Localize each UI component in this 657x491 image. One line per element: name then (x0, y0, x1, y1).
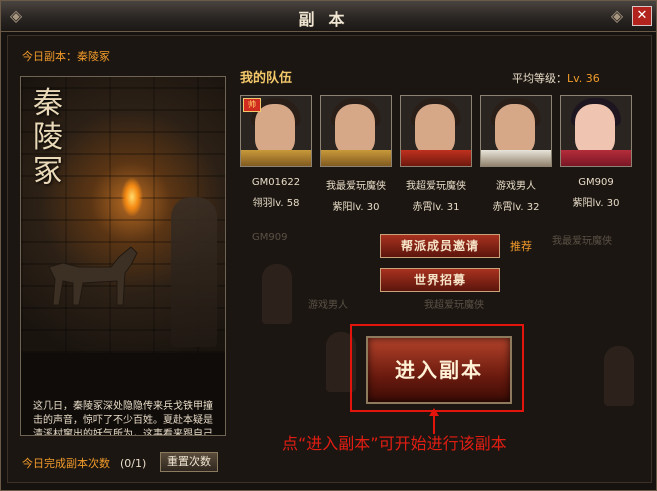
background-name: 我最爱玩魔侠 (552, 236, 612, 247)
team-member[interactable]: 我超爱玩魔侠 赤霄lv. 31 (400, 95, 472, 213)
member-name: GM909 (578, 177, 614, 188)
instance-art-title: 秦陵冢 (33, 86, 63, 189)
world-recruit-button[interactable]: 世界招募 (380, 268, 500, 292)
team-title: 我的队伍 (240, 71, 293, 86)
average-level: 平均等级：Lv. 36 (512, 72, 600, 85)
instance-artwork: 秦陵冢 (21, 77, 225, 353)
complete-count-value: (0/1) (120, 457, 147, 470)
member-portrait[interactable] (480, 95, 552, 167)
recommend-link[interactable]: 推荐 (510, 238, 532, 254)
leader-flag-icon: 帅 (243, 98, 261, 112)
hint-text: 点“进入副本”可开始进行该副本 (282, 434, 507, 453)
instance-description: 这几日，秦陵冢深处隐隐传来兵戈铁甲撞击的声音，惊吓了不少百姓。夏赴本疑是清溪村窜… (33, 401, 213, 436)
complete-count-row: 今日完成副本次数 (0/1) (22, 455, 146, 471)
ornament-right-icon: ◈ (610, 6, 624, 25)
member-name: 游戏男人 (496, 181, 536, 192)
member-portrait[interactable] (560, 95, 632, 167)
member-level: 赤霄lv. 31 (412, 202, 460, 213)
team-member[interactable]: GM909 紫阳lv. 30 (560, 95, 632, 209)
background-character (604, 346, 634, 406)
terracotta-figure (171, 197, 217, 347)
background-name: GM909 (252, 232, 288, 243)
background-name: 游戏男人 (308, 300, 348, 311)
instance-window: ◈ 副本 ◈ ✕ 今日副本：秦陵冢 秦陵冢 这几日，秦陵冢深处隐隐传来兵戈铁甲撞… (0, 0, 657, 491)
team-member[interactable]: 帅 GM01622 翎羽lv. 58 (240, 95, 312, 209)
complete-count-label: 今日完成副本次数 (22, 457, 110, 470)
instance-body: 今日副本：秦陵冢 秦陵冢 这几日，秦陵冢深处隐隐传来兵戈铁甲撞击的声音，惊吓了不… (7, 35, 652, 483)
window-title: 副本 (298, 10, 359, 29)
member-name: 我超爱玩魔侠 (406, 181, 466, 192)
terracotta-horse-icon (48, 246, 138, 306)
instance-info-panel: 秦陵冢 这几日，秦陵冢深处隐隐传来兵戈铁甲撞击的声音，惊吓了不少百姓。夏赴本疑是… (20, 76, 226, 436)
member-level: 赤霄lv. 32 (492, 202, 540, 213)
enter-instance-button[interactable]: 进入副本 (366, 336, 512, 404)
average-level-value: Lv. 36 (567, 72, 600, 85)
member-level: 翎羽lv. 58 (252, 198, 300, 209)
guild-invite-button[interactable]: 帮派成员邀请 (380, 234, 500, 258)
team-member[interactable]: 我最爱玩魔侠 紫阳lv. 30 (320, 95, 392, 213)
enter-highlight-frame: 进入副本 (350, 324, 524, 412)
today-instance-label: 今日副本：秦陵冢 (22, 50, 110, 63)
member-level: 紫阳lv. 30 (572, 198, 620, 209)
close-button[interactable]: ✕ (632, 6, 652, 26)
title-bar: ◈ 副本 ◈ ✕ (1, 1, 656, 32)
member-portrait[interactable] (400, 95, 472, 167)
member-name: 我最爱玩魔侠 (326, 181, 386, 192)
member-name: GM01622 (251, 177, 301, 188)
member-portrait[interactable] (320, 95, 392, 167)
member-portrait[interactable]: 帅 (240, 95, 312, 167)
reset-count-button[interactable]: 重置次数 (160, 452, 218, 472)
background-name: 我超爱玩魔侠 (424, 300, 484, 311)
member-level: 紫阳lv. 30 (332, 202, 380, 213)
torch-icon (121, 177, 143, 217)
background-character (262, 264, 292, 324)
team-member[interactable]: 游戏男人 赤霄lv. 32 (480, 95, 552, 213)
